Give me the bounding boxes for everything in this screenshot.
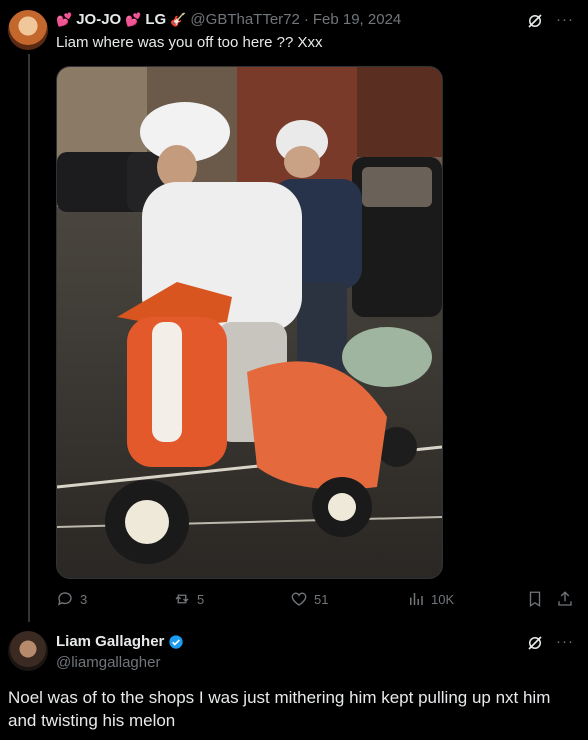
repost-button[interactable]: 5 [173,590,204,608]
handle[interactable]: @liamgallagher [56,654,160,671]
handle[interactable]: @GBThaTTer72 [190,11,299,28]
verified-badge-icon [169,634,184,649]
views-count: 10K [431,591,455,607]
reply-icon [57,592,72,606]
display-name[interactable]: Liam Gallagher [56,633,164,650]
views-icon [410,593,423,605]
avatar[interactable] [8,10,48,50]
guitar-emoji: 🎸 [170,11,187,27]
timestamp[interactable]: Feb 19, 2024 [313,11,401,28]
tweet-header: Liam Gallagher [56,633,184,650]
thread-connector-line [28,54,30,622]
avatar[interactable] [8,631,48,671]
tweet-actions: 3 5 51 10K [56,590,576,610]
more-icon[interactable]: ··· [556,633,574,650]
bookmark-button[interactable] [526,590,544,608]
heart-emoji: 💕 [56,11,73,27]
tweet-text: Noel was of to the shops I was just mith… [8,688,551,730]
share-icon [558,591,572,606]
bookmark-icon [529,591,541,608]
repost-count: 5 [197,591,205,607]
display-name[interactable]: JO-JO [76,11,121,28]
display-name-suffix[interactable]: LG [145,11,166,28]
repost-icon [175,594,189,604]
like-button[interactable]: 51 [290,590,328,608]
share-button[interactable] [556,590,574,608]
grok-icon[interactable] [526,12,544,30]
reply-count: 3 [80,591,88,607]
more-icon[interactable]: ··· [556,11,574,28]
tweet-photo[interactable] [56,66,443,579]
tweet-header: 💕 JO-JO 💕 LG 🎸 @GBThaTTer72 · Feb 19, 20… [56,11,401,28]
heart-emoji: 💕 [125,11,142,27]
reply-button[interactable]: 3 [56,590,87,608]
grok-icon[interactable] [526,634,544,652]
like-count: 51 [314,591,329,607]
scooter-photo-image [57,67,442,578]
tweet-text: Liam where was you off too here ?? Xxx [56,34,323,51]
separator: · [303,11,309,28]
like-icon [291,592,307,606]
views-button[interactable]: 10K [407,590,454,608]
